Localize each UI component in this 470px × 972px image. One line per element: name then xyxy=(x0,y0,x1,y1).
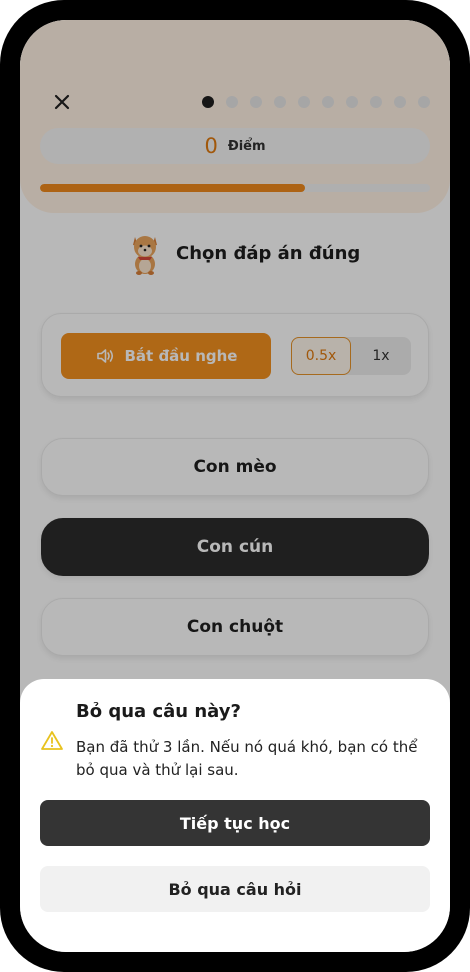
skip-question-sheet: Bỏ qua câu này? Bạn đã thử 3 lần. Nếu nó… xyxy=(20,679,450,952)
continue-learning-button[interactable]: Tiếp tục học xyxy=(40,800,430,846)
sheet-message: Bạn đã thử 3 lần. Nếu nó quá khó, bạn có… xyxy=(76,738,418,779)
sheet-title: Bỏ qua câu này? xyxy=(76,701,241,722)
phone-frame: 0 Điểm Chọn đáp án đúng Bắt đầu nghe 0.5… xyxy=(0,0,470,972)
skip-question-button[interactable]: Bỏ qua câu hỏi xyxy=(40,866,430,912)
screen: 0 Điểm Chọn đáp án đúng Bắt đầu nghe 0.5… xyxy=(20,20,450,952)
warning-icon xyxy=(41,731,63,750)
